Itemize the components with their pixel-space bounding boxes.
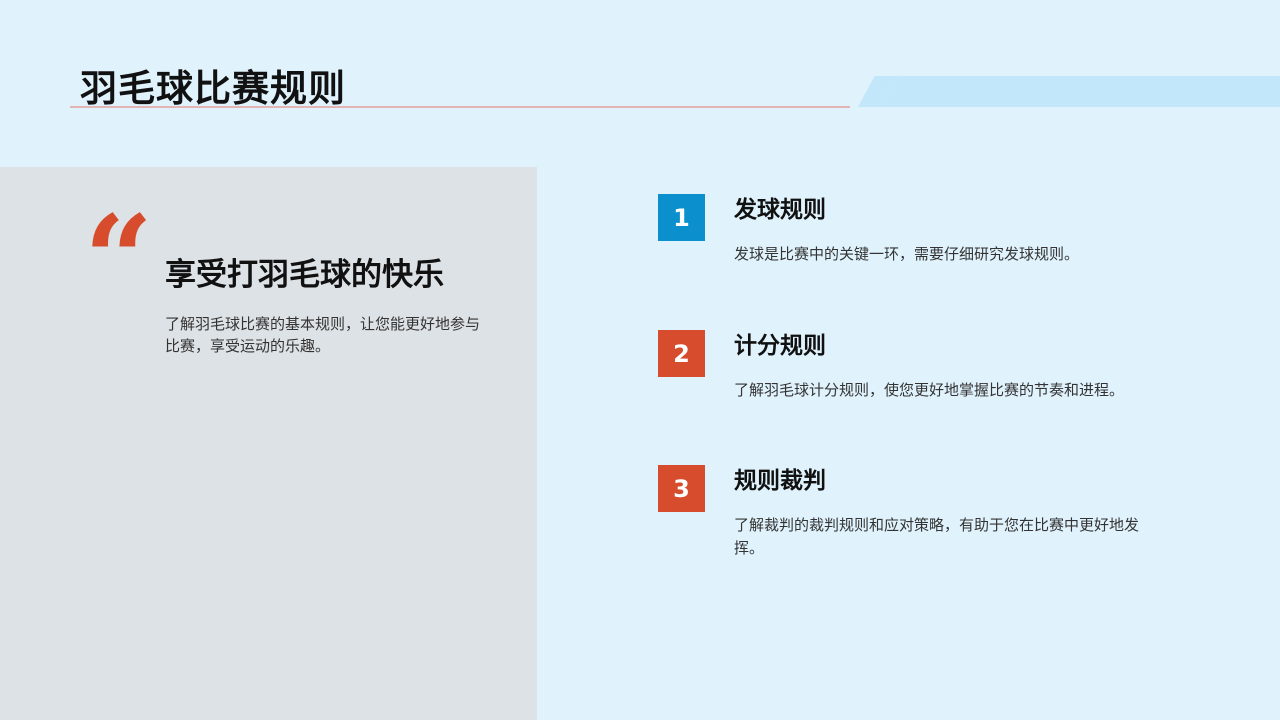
item-description: 了解羽毛球计分规则，使您更好地掌握比赛的节奏和进程。: [734, 381, 1125, 399]
item-title: 规则裁判: [734, 468, 826, 494]
item-description: 发球是比赛中的关键一环，需要仔细研究发球规则。: [734, 245, 1080, 263]
item-description: 了解裁判的裁判规则和应对策略，有助于您在比赛中更好地发挥。: [734, 516, 1140, 557]
item-number-badge: 1: [658, 194, 705, 241]
slide: 羽毛球比赛规则 “ 享受打羽毛球的快乐 了解羽毛球比赛的基本规则，让您能更好地参…: [0, 0, 1280, 720]
item-title: 发球规则: [734, 197, 826, 223]
quote-heading: 享受打羽毛球的快乐: [165, 257, 444, 293]
quote-description: 了解羽毛球比赛的基本规则，让您能更好地参与比赛，享受运动的乐趣。: [165, 315, 481, 355]
decorative-bar: [880, 76, 1280, 107]
item-title: 计分规则: [734, 333, 826, 359]
quote-mark-icon: “: [84, 189, 154, 330]
page-title: 羽毛球比赛规则: [80, 67, 346, 110]
item-number-badge: 2: [658, 330, 705, 377]
item-number-badge: 3: [658, 465, 705, 512]
title-underline: [70, 106, 850, 108]
